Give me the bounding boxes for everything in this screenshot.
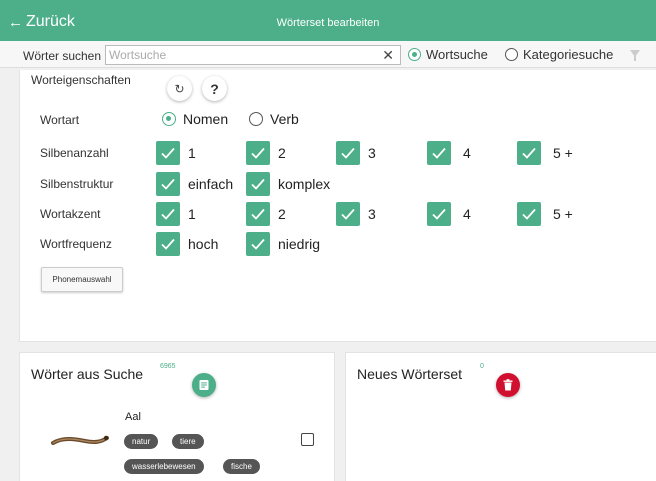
delete-button[interactable] [496, 373, 520, 397]
checkbox-komplex[interactable]: komplex [246, 172, 330, 196]
mode-label: Wortsuche [426, 47, 488, 62]
option-label: Nomen [183, 111, 229, 127]
tag-chip: natur [124, 434, 159, 449]
option-label: 5 + [553, 206, 573, 222]
option-label: 4 [463, 145, 471, 161]
search-input[interactable] [106, 46, 376, 64]
checkmark-icon [427, 141, 451, 165]
label-wortfrequenz: Wortfrequenz [40, 237, 112, 251]
radio-selected-icon [162, 112, 176, 126]
checkmark-icon [336, 141, 360, 165]
option-label: niedrig [278, 236, 321, 252]
properties-title: Worteigenschaften [31, 73, 131, 87]
checkmark-icon [246, 202, 270, 226]
question-icon: ? [210, 80, 219, 97]
trash-icon [503, 379, 513, 391]
results-count: 6965 [160, 363, 176, 370]
mode-wortsuche[interactable]: Wortsuche [408, 47, 488, 62]
search-bar: Wörter suchen ✕ Wortsuche Kategoriesuche [0, 41, 656, 68]
results-title: Wörter aus Suche [31, 366, 144, 382]
tag-chip: tiere [172, 434, 204, 449]
clear-icon[interactable]: ✕ [382, 47, 394, 64]
checkbox-akzent-2[interactable]: 2 [246, 202, 286, 226]
tag-chip: fische [223, 459, 260, 474]
checkmark-icon [517, 202, 541, 226]
mode-kategoriesuche[interactable]: Kategoriesuche [505, 47, 613, 62]
checkbox-niedrig[interactable]: niedrig [246, 232, 320, 256]
mode-label: Kategoriesuche [523, 47, 614, 62]
option-label: 5 + [553, 145, 573, 161]
checkmark-icon [156, 202, 180, 226]
reset-button[interactable]: ↻ [167, 76, 192, 101]
option-label: 4 [463, 206, 471, 222]
item-checkbox[interactable] [301, 433, 314, 446]
checkbox-akzent-4[interactable]: 4 [427, 202, 471, 226]
option-label: Verb [270, 111, 299, 127]
checkbox-einfach[interactable]: einfach [156, 172, 233, 196]
checkbox-silben-4[interactable]: 4 [427, 141, 471, 165]
filter-icon[interactable] [630, 50, 640, 61]
checkbox-akzent-1[interactable]: 1 [156, 202, 196, 226]
help-button[interactable]: ? [202, 76, 227, 101]
checkmark-icon [336, 202, 360, 226]
checkbox-silben-2[interactable]: 2 [246, 141, 286, 165]
label-silbenanzahl: Silbenanzahl [40, 146, 109, 160]
checkbox-akzent-5plus[interactable]: 5 + [517, 202, 573, 226]
checkmark-icon [246, 172, 270, 196]
top-bar: ← Zurück Wörterset bearbeiten [0, 0, 656, 41]
new-wordset-panel: Neues Wörterset 0 [345, 352, 656, 481]
checkmark-icon [156, 232, 180, 256]
phoneme-selection-button[interactable]: Phonemauswahl [41, 267, 123, 292]
option-label: 1 [188, 206, 196, 222]
checkmark-icon [427, 202, 451, 226]
option-label: 2 [278, 206, 286, 222]
checkbox-silben-5plus[interactable]: 5 + [517, 141, 573, 165]
list-button[interactable] [192, 373, 216, 397]
checkbox-hoch[interactable]: hoch [156, 232, 218, 256]
checkbox-silben-1[interactable]: 1 [156, 141, 196, 165]
label-wortart: Wortart [40, 113, 80, 127]
label-wortakzent: Wortakzent [40, 207, 101, 221]
tag-chip: wasserlebewesen [124, 459, 204, 474]
checkmark-icon [246, 232, 270, 256]
label-silbenstruktur: Silbenstruktur [40, 177, 114, 191]
new-set-count: 0 [480, 363, 484, 370]
option-label: 3 [368, 145, 376, 161]
option-label: 1 [188, 145, 196, 161]
new-set-title: Neues Wörterset [357, 366, 463, 382]
eel-image [51, 435, 109, 445]
checkmark-icon [246, 141, 270, 165]
checkmark-icon [156, 141, 180, 165]
list-icon [199, 380, 209, 390]
radio-verb[interactable]: Verb [249, 111, 299, 127]
checkbox-akzent-3[interactable]: 3 [336, 202, 376, 226]
checkmark-icon [517, 141, 541, 165]
word-name: Aal [125, 411, 141, 423]
radio-icon [249, 112, 263, 126]
option-label: komplex [278, 176, 331, 192]
option-label: 3 [368, 206, 376, 222]
search-box: ✕ [105, 45, 401, 65]
option-label: einfach [188, 176, 234, 192]
checkmark-icon [156, 172, 180, 196]
page-title: Wörterset bearbeiten [276, 17, 380, 29]
radio-nomen[interactable]: Nomen [162, 111, 228, 127]
option-label: hoch [188, 236, 219, 252]
refresh-icon: ↻ [174, 81, 185, 96]
search-results-panel: Wörter aus Suche 6965 Aal natur tiere wa… [19, 352, 335, 481]
search-label: Wörter suchen [23, 49, 102, 63]
radio-icon [505, 48, 518, 61]
properties-panel: Worteigenschaften ↻ ? Wortart Nomen Verb… [19, 70, 656, 342]
radio-selected-icon [408, 48, 421, 61]
option-label: 2 [278, 145, 286, 161]
checkbox-silben-3[interactable]: 3 [336, 141, 376, 165]
